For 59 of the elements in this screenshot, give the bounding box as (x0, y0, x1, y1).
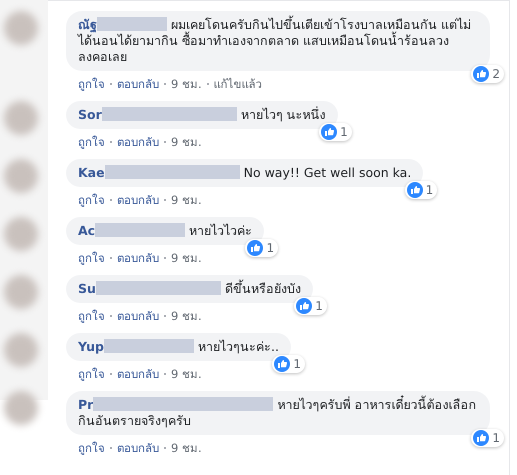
avatar (4, 391, 38, 425)
timestamp: 9 ชม. (171, 76, 202, 93)
thumbs-up-icon (473, 66, 490, 82)
timestamp: 9 ชม. (171, 308, 202, 325)
like-count-badge[interactable]: 1 (245, 239, 278, 257)
like-link[interactable]: ถูกใจ (78, 307, 105, 325)
like-link[interactable]: ถูกใจ (78, 75, 105, 93)
commenter-name[interactable]: ณัฐ (78, 17, 97, 32)
comment-text: Pr หายไวๆครับพี่ อาหารเดี๋ยวนี้ต้องเลือกกินอันตรายจริงๆครับ (78, 397, 478, 429)
edited-label: แก้ไขแล้ว (214, 76, 262, 93)
commenter-name[interactable]: Kae (78, 165, 105, 180)
like-count-badge[interactable]: 2 (471, 65, 504, 83)
commenter-name[interactable]: Sor (78, 107, 102, 122)
like-count: 1 (266, 240, 274, 256)
like-link[interactable]: ถูกใจ (78, 191, 105, 209)
like-count-badge[interactable]: 1 (319, 123, 352, 141)
commenter-name[interactable]: Su (78, 281, 96, 296)
thumbs-up-icon (274, 356, 290, 372)
thumbs-up-icon (406, 182, 423, 198)
commenter-name[interactable]: Ac (78, 223, 96, 238)
commenter-name[interactable]: Yup (78, 339, 104, 354)
like-count: 2 (492, 66, 500, 82)
comment-text: Su ดีขึ้นหรือยังบัง (78, 281, 301, 297)
comment-text: ณัฐ ผมเคยโดนครับกินไปขึ้นเตียเข้าโรงบาลเหมือนกัน แต่ไม่ได้นอนได้ยามากิน ซื้อมาทำเองจากตลาด แสบเหมือนโดนน้ำร้อนลวงลงคอเลย (78, 17, 472, 65)
like-link[interactable]: ถูกใจ (78, 365, 105, 383)
like-link[interactable]: ถูกใจ (78, 439, 105, 457)
comment-text: Yup หายไวๆนะค่ะ.. (78, 339, 279, 355)
like-count-badge[interactable]: 1 (294, 297, 327, 315)
like-count-badge[interactable]: 1 (471, 429, 504, 447)
timestamp: 9 ชม. (171, 440, 202, 457)
reply-link[interactable]: ตอบกลับ (117, 75, 159, 93)
like-link[interactable]: ถูกใจ (78, 133, 105, 151)
timestamp: 9 ชม. (171, 366, 202, 383)
reply-link[interactable]: ตอบกลับ (117, 191, 159, 209)
timestamp: 9 ชม. (171, 192, 202, 209)
comment-text: Sor หายไวๆ นะหนึ่ง (78, 107, 326, 123)
reply-link[interactable]: ตอบกลับ (117, 249, 159, 267)
like-count-badge[interactable]: 1 (404, 181, 438, 199)
comment-text: Kae No way!! Get well soon ka. (78, 165, 412, 181)
timestamp: 9 ชม. (171, 134, 202, 151)
reply-link[interactable]: ตอบกลับ (117, 365, 159, 383)
like-count: 1 (315, 298, 323, 314)
like-count-badge[interactable]: 1 (272, 355, 305, 373)
thumbs-up-icon (473, 430, 490, 446)
thumbs-up-icon (321, 124, 338, 140)
commenter-name[interactable]: Pr (78, 397, 94, 412)
like-count: 1 (426, 182, 434, 198)
thumbs-up-icon (247, 240, 264, 256)
like-count: 1 (293, 356, 301, 372)
like-link[interactable]: ถูกใจ (78, 249, 105, 267)
like-count: 1 (492, 430, 500, 446)
thumbs-up-icon (296, 298, 312, 314)
timestamp: 9 ชม. (171, 250, 202, 267)
reply-link[interactable]: ตอบกลับ (117, 439, 159, 457)
reply-link[interactable]: ตอบกลับ (117, 307, 159, 325)
reply-link[interactable]: ตอบกลับ (117, 133, 159, 151)
comment-text: Ac หายไวไวค่ะ (78, 223, 252, 239)
redaction-bar (97, 17, 167, 31)
like-count: 1 (340, 124, 348, 140)
